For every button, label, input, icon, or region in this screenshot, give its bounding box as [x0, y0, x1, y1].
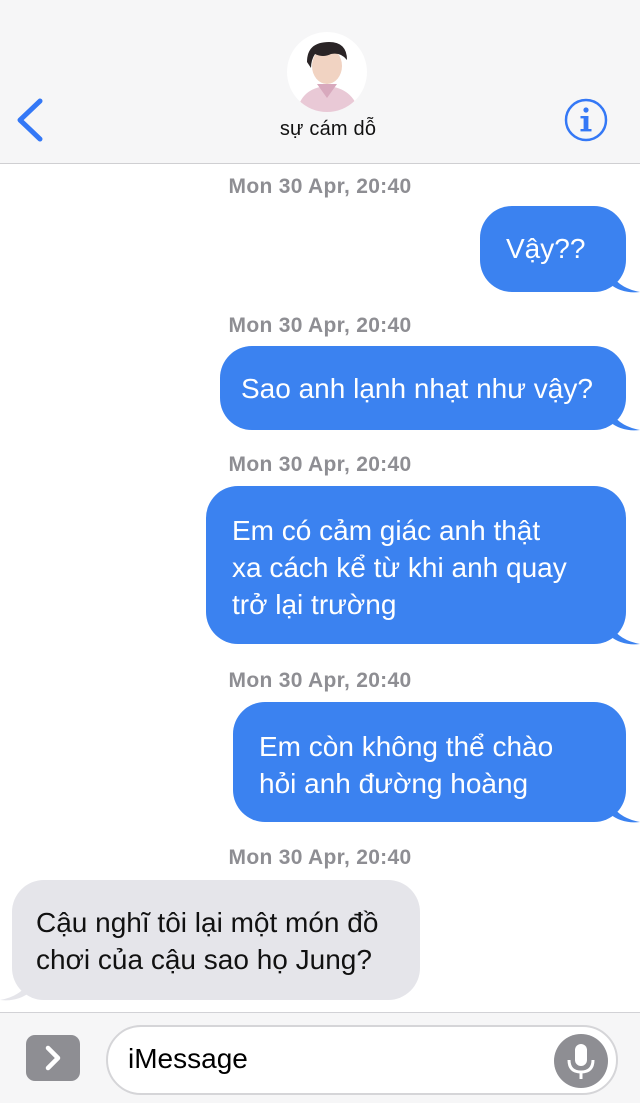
message-text: Em có cảm giác anh thật xa cách kể từ kh… [232, 515, 567, 620]
bubble-tail [610, 272, 640, 293]
apps-button[interactable] [26, 1035, 80, 1081]
message-timestamp: Mon 30 Apr, 20:40 [228, 453, 412, 476]
contact-name[interactable]: sự cám dỗ [0, 118, 640, 141]
message-timestamp: Mon 30 Apr, 20:40 [228, 175, 412, 198]
message-text: Vậy?? [506, 233, 586, 264]
input-placeholder: iMessage [128, 1043, 248, 1074]
imessage-input[interactable]: iMessage [106, 1025, 618, 1095]
outgoing-message-bubble[interactable]: Vậy?? [480, 206, 626, 292]
bubble-tail [610, 624, 640, 645]
incoming-message-bubble[interactable]: Cậu nghĩ tôi lại một món đồ chơi của cậu… [12, 880, 420, 1000]
message-text: Cậu nghĩ tôi lại một món đồ chơi của cậu… [36, 907, 379, 975]
outgoing-message-bubble[interactable]: Sao anh lạnh nhạt như vậy? [220, 346, 626, 430]
outgoing-message-bubble[interactable]: Em có cảm giác anh thật xa cách kể từ kh… [206, 486, 626, 644]
bubble-tail [610, 802, 640, 823]
avatar[interactable] [287, 32, 367, 112]
message-timestamp: Mon 30 Apr, 20:40 [228, 669, 412, 692]
message-text: Em còn không thể chào hỏi anh đường hoàn… [259, 731, 554, 799]
bubble-tail [0, 980, 30, 1001]
message-timestamp: Mon 30 Apr, 20:40 [228, 846, 412, 869]
microphone-button[interactable] [554, 1034, 608, 1088]
message-input-bar: iMessage [0, 1012, 640, 1103]
bubble-tail [610, 410, 640, 431]
outgoing-message-bubble[interactable]: Em còn không thể chào hỏi anh đường hoàn… [233, 702, 626, 822]
chevron-right-icon [45, 1045, 61, 1071]
microphone-icon [567, 1044, 595, 1079]
message-timestamp: Mon 30 Apr, 20:40 [228, 314, 412, 337]
message-text: Sao anh lạnh nhạt như vậy? [241, 373, 593, 404]
conversation-header: sự cám dỗ [0, 0, 640, 164]
info-icon[interactable] [563, 97, 609, 143]
